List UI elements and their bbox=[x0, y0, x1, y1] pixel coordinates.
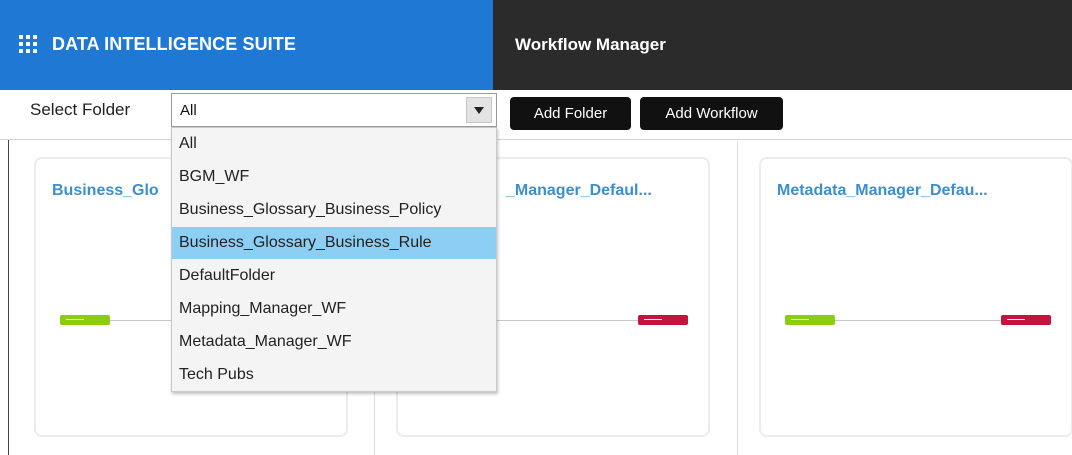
workflow-card-title[interactable]: Metadata_Manager_Defau... bbox=[777, 182, 1059, 200]
add-workflow-button[interactable]: Add Workflow bbox=[640, 97, 783, 130]
apps-grid-icon[interactable] bbox=[19, 35, 37, 53]
folder-option[interactable]: BGM_WF bbox=[172, 161, 496, 193]
workflow-card-title[interactable]: _Manager_Defaul... bbox=[506, 182, 696, 200]
top-bar: DATA INTELLIGENCE SUITE Workflow Manager bbox=[0, 0, 1072, 90]
start-node bbox=[785, 315, 835, 325]
brand-title: DATA INTELLIGENCE SUITE bbox=[52, 34, 296, 54]
connector-line bbox=[835, 320, 1001, 321]
column-divider bbox=[737, 141, 738, 455]
module-header: Workflow Manager bbox=[493, 0, 1072, 90]
end-node bbox=[1001, 315, 1051, 325]
left-border bbox=[8, 140, 9, 455]
folder-select[interactable]: All bbox=[171, 93, 497, 127]
folder-option[interactable]: Tech Pubs bbox=[172, 359, 496, 391]
end-node bbox=[638, 315, 688, 325]
chevron-down-icon[interactable] bbox=[466, 97, 492, 123]
add-folder-button[interactable]: Add Folder bbox=[510, 97, 631, 130]
folder-option-highlighted[interactable]: Business_Glossary_Business_Rule bbox=[172, 227, 496, 259]
module-title: Workflow Manager bbox=[515, 35, 666, 54]
workflow-preview bbox=[785, 313, 1051, 327]
folder-toolbar: Select Folder All Add Folder Add Workflo… bbox=[0, 90, 1072, 140]
folder-option[interactable]: DefaultFolder bbox=[172, 260, 496, 292]
brand-header: DATA INTELLIGENCE SUITE bbox=[0, 0, 493, 90]
folder-option[interactable]: Mapping_Manager_WF bbox=[172, 293, 496, 325]
folder-option[interactable]: Business_Glossary_Business_Policy bbox=[172, 194, 496, 226]
start-node bbox=[60, 315, 110, 325]
select-folder-label: Select Folder bbox=[30, 100, 131, 119]
folder-option[interactable]: All bbox=[172, 128, 496, 160]
folder-dropdown-list: All BGM_WF Business_Glossary_Business_Po… bbox=[171, 127, 497, 392]
folder-select-value: All bbox=[180, 102, 197, 119]
workflow-card[interactable]: Metadata_Manager_Defau... bbox=[759, 157, 1072, 437]
folder-option[interactable]: Metadata_Manager_WF bbox=[172, 326, 496, 358]
